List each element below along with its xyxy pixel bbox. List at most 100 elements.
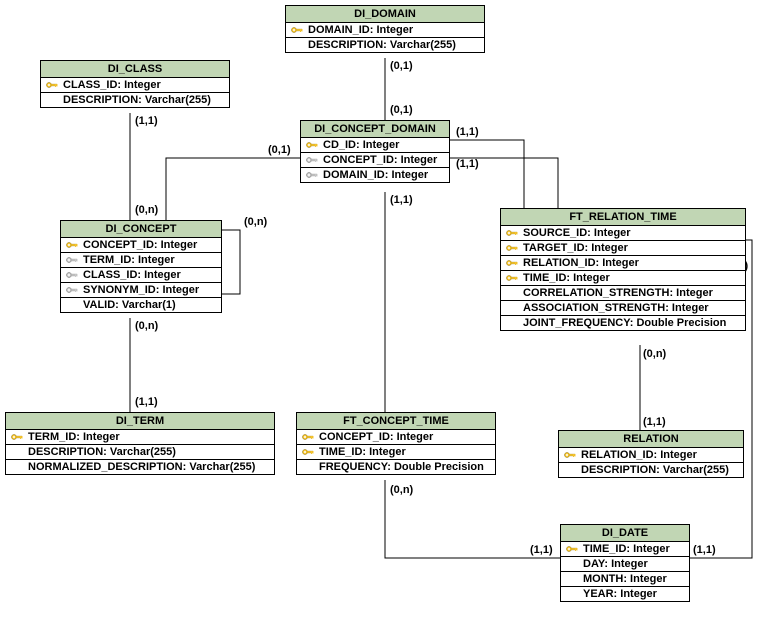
no-key-icon	[565, 558, 579, 570]
entity-header: RELATION	[559, 431, 743, 448]
column-label: SYNONYM_ID: Integer	[83, 284, 199, 296]
primary-key-icon	[305, 139, 319, 151]
no-key-icon	[45, 94, 59, 106]
primary-key-icon	[10, 431, 24, 443]
entity-relation: RELATION RELATION_ID: Integer DESCRIPTION…	[558, 430, 744, 478]
column-label: YEAR: Integer	[583, 588, 657, 600]
entity-di-domain: DI_DOMAIN DOMAIN_ID: Integer DESCRIPTION:…	[285, 5, 485, 53]
entity-header: DI_CLASS	[41, 61, 229, 78]
entity-column: CLASS_ID: Integer	[61, 268, 221, 283]
card-date-ft-11: (1,1)	[693, 544, 716, 556]
entity-column: DAY: Integer	[561, 557, 689, 572]
entity-column: RELATION_ID: Integer	[501, 256, 745, 271]
column-label: CLASS_ID: Integer	[83, 269, 181, 281]
column-label: CONCEPT_ID: Integer	[323, 154, 437, 166]
column-label: TIME_ID: Integer	[583, 543, 670, 555]
entity-di-class: DI_CLASS CLASS_ID: Integer DESCRIPTION: V…	[40, 60, 230, 108]
no-key-icon	[505, 317, 519, 329]
card-cd-ftct-11: (1,1)	[390, 194, 413, 206]
primary-key-icon	[505, 257, 519, 269]
entity-di-concept-domain: DI_CONCEPT_DOMAIN CD_ID: Integer CONCEPT_…	[300, 120, 450, 183]
primary-key-icon	[45, 79, 59, 91]
column-label: MONTH: Integer	[583, 573, 667, 585]
entity-column: DESCRIPTION: Varchar(255)	[286, 38, 484, 52]
card-concept-self-0n: (0,n)	[244, 216, 267, 228]
entity-header: DI_DATE	[561, 525, 689, 542]
entity-header: DI_DOMAIN	[286, 6, 484, 23]
primary-key-icon	[301, 431, 315, 443]
entity-column: DOMAIN_ID: Integer	[286, 23, 484, 38]
column-label: DESCRIPTION: Varchar(255)	[581, 464, 729, 476]
card-concept-class-0n: (0,n)	[135, 204, 158, 216]
column-label: RELATION_ID: Integer	[581, 449, 697, 461]
column-label: DESCRIPTION: Varchar(255)	[28, 446, 176, 458]
entity-header: FT_CONCEPT_TIME	[297, 413, 495, 430]
no-key-icon	[10, 446, 24, 458]
primary-key-icon	[290, 24, 304, 36]
entity-column: JOINT_FREQUENCY: Double Precision	[501, 316, 745, 330]
entity-ft-concept-time: FT_CONCEPT_TIME CONCEPT_ID: Integer TIME_…	[296, 412, 496, 475]
entity-column: ASSOCIATION_STRENGTH: Integer	[501, 301, 745, 316]
no-key-icon	[505, 302, 519, 314]
primary-key-icon	[505, 272, 519, 284]
entity-header: FT_RELATION_TIME	[501, 209, 745, 226]
column-label: DOMAIN_ID: Integer	[323, 169, 428, 181]
no-key-icon	[10, 461, 24, 473]
column-label: DOMAIN_ID: Integer	[308, 24, 413, 36]
column-label: SOURCE_ID: Integer	[523, 227, 631, 239]
card-ft-rel-0n: (0,n)	[643, 348, 666, 360]
no-key-icon	[290, 39, 304, 51]
entity-column: YEAR: Integer	[561, 587, 689, 601]
entity-column: CORRELATION_STRENGTH: Integer	[501, 286, 745, 301]
entity-column: TIME_ID: Integer	[297, 445, 495, 460]
primary-key-icon	[563, 449, 577, 461]
card-concept-term-0n: (0,n)	[135, 320, 158, 332]
entity-header: DI_TERM	[6, 413, 274, 430]
foreign-key-icon	[65, 254, 79, 266]
column-label: CD_ID: Integer	[323, 139, 399, 151]
entity-column: TERM_ID: Integer	[61, 253, 221, 268]
column-label: CONCEPT_ID: Integer	[319, 431, 433, 443]
entity-column: CLASS_ID: Integer	[41, 78, 229, 93]
column-label: FREQUENCY: Double Precision	[319, 461, 484, 473]
entity-column: CD_ID: Integer	[301, 138, 449, 153]
no-key-icon	[65, 299, 79, 311]
column-label: RELATION_ID: Integer	[523, 257, 639, 269]
column-label: DAY: Integer	[583, 558, 648, 570]
no-key-icon	[301, 461, 315, 473]
entity-ft-relation-time: FT_RELATION_TIME SOURCE_ID: IntegerTARGE…	[500, 208, 746, 331]
entity-di-date: DI_DATE TIME_ID: Integer DAY: Integer MONT…	[560, 524, 690, 602]
column-label: DESCRIPTION: Varchar(255)	[63, 94, 211, 106]
column-label: ASSOCIATION_STRENGTH: Integer	[523, 302, 709, 314]
entity-column: FREQUENCY: Double Precision	[297, 460, 495, 474]
card-class-concept-11: (1,1)	[135, 115, 158, 127]
entity-di-concept: DI_CONCEPT CONCEPT_ID: IntegerTERM_ID: I…	[60, 220, 222, 313]
card-domain-cd-01: (0,1)	[390, 60, 413, 72]
no-key-icon	[565, 573, 579, 585]
foreign-key-icon	[305, 169, 319, 181]
foreign-key-icon	[305, 154, 319, 166]
primary-key-icon	[565, 543, 579, 555]
entity-column: NORMALIZED_DESCRIPTION: Varchar(255)	[6, 460, 274, 474]
entity-column: DESCRIPTION: Varchar(255)	[6, 445, 274, 460]
card-term-concept-11: (1,1)	[135, 396, 158, 408]
entity-header: DI_CONCEPT_DOMAIN	[301, 121, 449, 138]
card-cd-domain-01: (0,1)	[390, 104, 413, 116]
card-concept-cd-01: (0,1)	[268, 144, 291, 156]
card-cd-ft1-11: (1,1)	[456, 126, 479, 138]
primary-key-icon	[301, 446, 315, 458]
column-label: TIME_ID: Integer	[319, 446, 406, 458]
column-label: DESCRIPTION: Varchar(255)	[308, 39, 456, 51]
column-label: CONCEPT_ID: Integer	[83, 239, 197, 251]
entity-column: RELATION_ID: Integer	[559, 448, 743, 463]
entity-di-term: DI_TERM TERM_ID: IntegerDESCRIPTION: Var…	[5, 412, 275, 475]
no-key-icon	[505, 287, 519, 299]
foreign-key-icon	[65, 284, 79, 296]
column-label: CLASS_ID: Integer	[63, 79, 161, 91]
column-label: JOINT_FREQUENCY: Double Precision	[523, 317, 726, 329]
card-ftct-date-0n: (0,n)	[390, 484, 413, 496]
entity-column: DESCRIPTION: Varchar(255)	[41, 93, 229, 107]
card-cd-ft2-11: (1,1)	[456, 158, 479, 170]
primary-key-icon	[505, 227, 519, 239]
entity-column: SOURCE_ID: Integer	[501, 226, 745, 241]
